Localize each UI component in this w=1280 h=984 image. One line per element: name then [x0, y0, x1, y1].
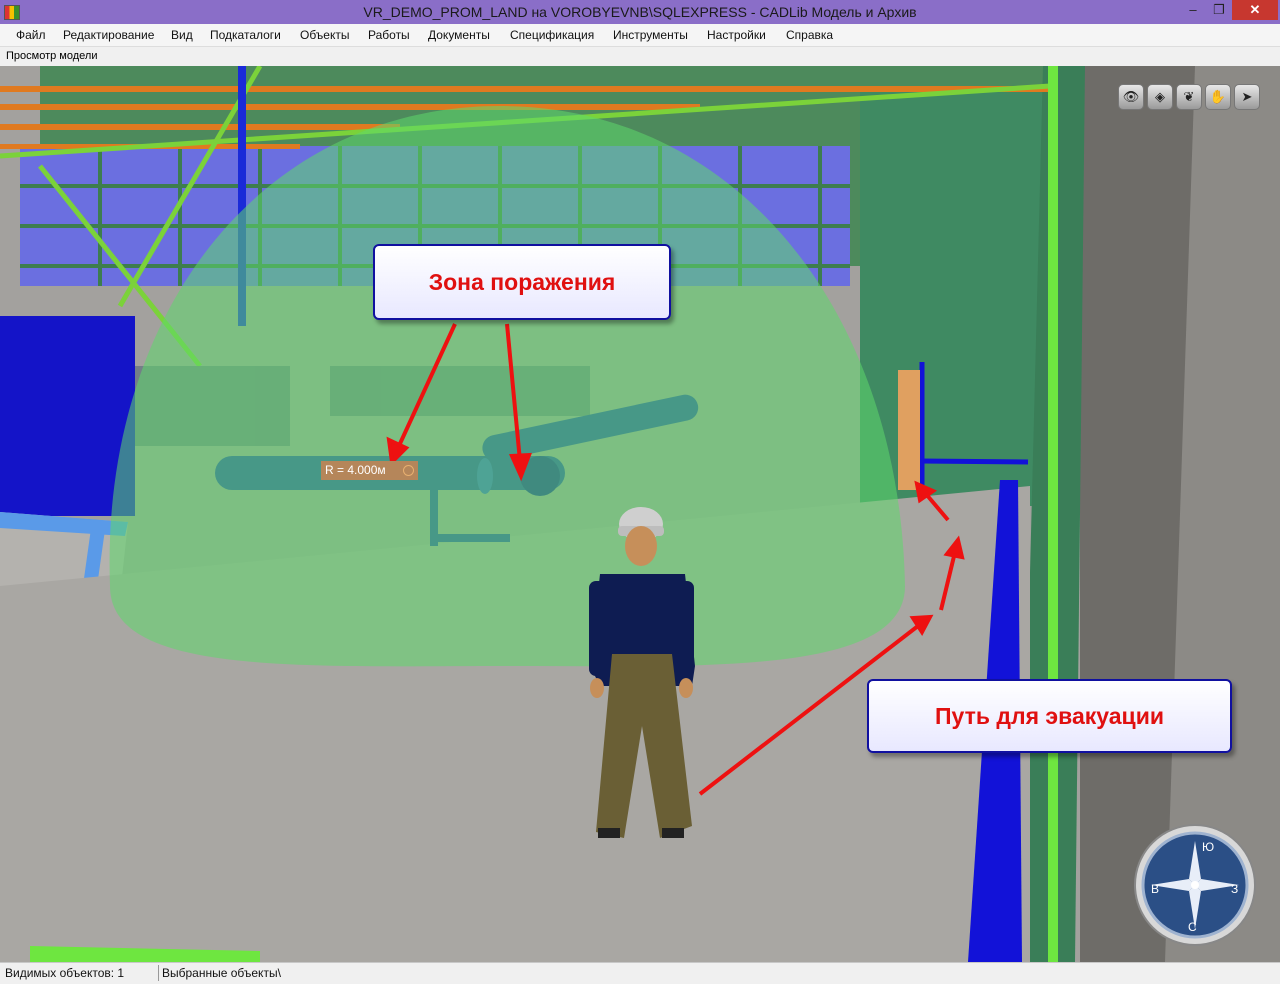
scene-3d	[0, 66, 1280, 962]
visible-objects-count: Видимых объектов: 1	[5, 966, 125, 980]
compass-north: Ю	[1202, 840, 1214, 854]
green-column	[1048, 66, 1058, 962]
model-viewport[interactable]: Зона поражения Путь для эвакуации R = 4.…	[0, 66, 1280, 962]
maximize-button[interactable]: ❐	[1206, 0, 1232, 20]
close-button[interactable]: ✕	[1232, 0, 1278, 20]
panel-caption: Просмотр модели	[0, 47, 1280, 67]
menu-tools[interactable]: Инструменты	[613, 28, 688, 42]
menu-subcatalogs[interactable]: Подкаталоги	[210, 28, 281, 42]
menu-settings[interactable]: Настройки	[707, 28, 766, 42]
radius-value: R = 4.000м	[325, 463, 386, 477]
menu-specification[interactable]: Спецификация	[510, 28, 594, 42]
panel-caption-label: Просмотр модели	[6, 50, 98, 62]
compass-south: С	[1188, 920, 1197, 934]
menu-bar: Файл Редактирование Вид Подкаталоги Объе…	[0, 24, 1280, 47]
menu-view[interactable]: Вид	[171, 28, 193, 42]
globe-icon[interactable]: ❦	[1176, 84, 1202, 110]
cube-icon[interactable]: ◈	[1147, 84, 1173, 110]
compass-widget[interactable]: Ю З С В	[1133, 823, 1257, 947]
callout-hazard-zone: Зона поражения	[373, 244, 671, 320]
compass-east: З	[1231, 882, 1238, 896]
window-title: VR_DEMO_PROM_LAND на VOROBYEVNB\SQLEXPRE…	[363, 4, 917, 20]
radius-label[interactable]: R = 4.000м	[321, 461, 418, 480]
callout-hazard-zone-text: Зона поражения	[428, 269, 616, 295]
menu-documents[interactable]: Документы	[428, 28, 490, 42]
plane-icon[interactable]: ➤	[1234, 84, 1260, 110]
status-bar: Видимых объектов: 1 Выбранные объекты\	[0, 962, 1280, 984]
compass-icon: Ю З С В	[1134, 824, 1256, 946]
radius-handle-icon[interactable]	[403, 465, 414, 476]
callout-evacuation-path: Путь для эвакуации	[867, 679, 1232, 753]
selected-objects: Выбранные объекты\	[162, 966, 281, 980]
menu-file[interactable]: Файл	[16, 28, 46, 42]
compass-west: В	[1151, 882, 1159, 896]
minimize-button[interactable]: –	[1180, 0, 1206, 20]
eye-icon[interactable]: 👁	[1118, 84, 1144, 110]
menu-help[interactable]: Справка	[786, 28, 833, 42]
menu-edit[interactable]: Редактирование	[63, 28, 154, 42]
menu-works[interactable]: Работы	[368, 28, 410, 42]
status-separator	[158, 965, 159, 981]
right-wall	[860, 86, 1060, 506]
hand-icon[interactable]: ✋	[1205, 84, 1231, 110]
menu-objects[interactable]: Объекты	[300, 28, 350, 42]
title-bar: VR_DEMO_PROM_LAND на VOROBYEVNB\SQLEXPRE…	[0, 0, 1280, 24]
callout-evacuation-path-text: Путь для эвакуации	[935, 703, 1164, 729]
